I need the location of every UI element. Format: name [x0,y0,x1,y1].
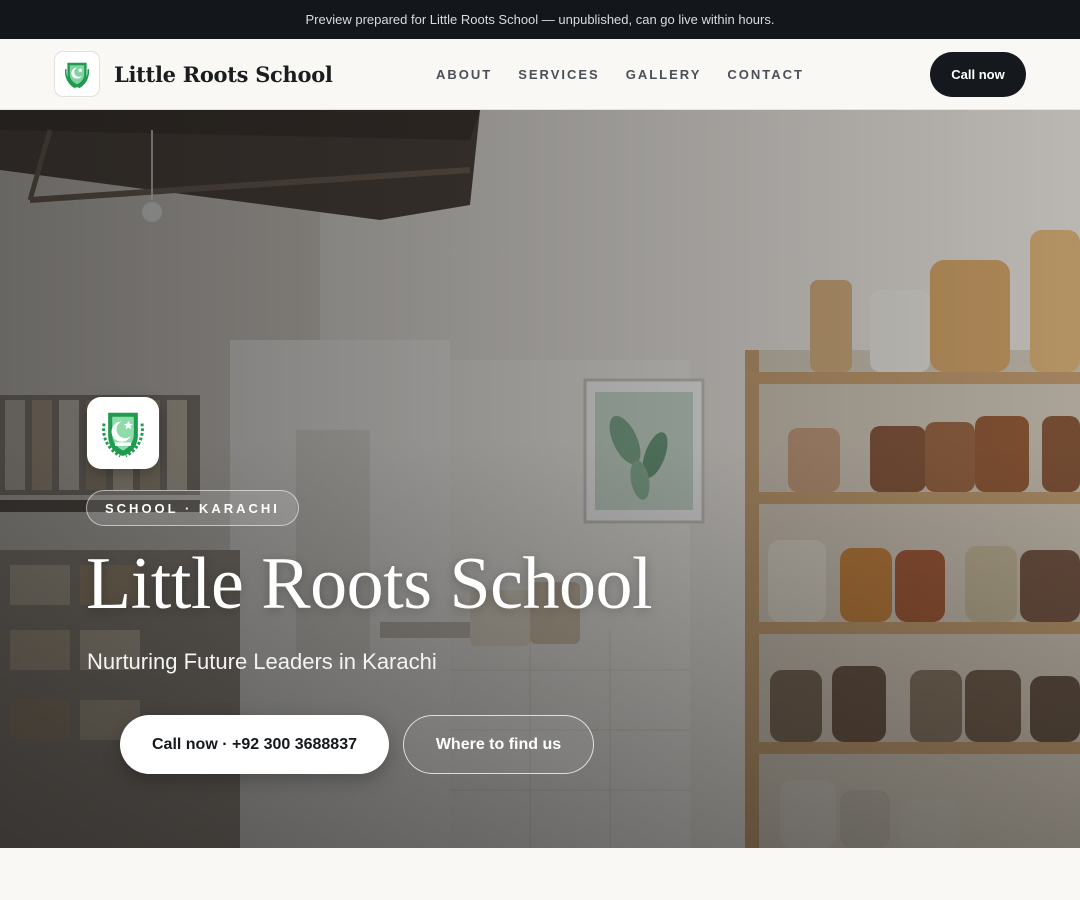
call-now-phone-button[interactable]: Call now · +92 300 3688837 [120,715,389,774]
nav-link-about[interactable]: ABOUT [436,67,492,82]
call-now-button[interactable]: Call now [930,52,1026,97]
hero-subtitle: Nurturing Future Leaders in Karachi [87,649,437,674]
nav-link-services[interactable]: SERVICES [518,67,600,82]
hero-section: SCHOOL · KARACHI Little Roots School Nur… [0,110,1080,848]
school-crest-icon [54,51,100,97]
site-header: Little Roots School ABOUT SERVICES GALLE… [0,39,1080,110]
preview-banner: Preview prepared for Little Roots School… [0,0,1080,39]
preview-banner-text: Preview prepared for Little Roots School… [305,12,775,27]
main-nav: ABOUT SERVICES GALLERY CONTACT [436,39,804,109]
category-location-badge: SCHOOL · KARACHI [86,490,299,526]
school-crest-icon [87,397,159,469]
nav-link-gallery[interactable]: GALLERY [626,67,702,82]
brand-name: Little Roots School [114,61,333,87]
where-to-find-us-button[interactable]: Where to find us [403,715,594,774]
nav-link-contact[interactable]: CONTACT [727,67,804,82]
brand[interactable]: Little Roots School [54,51,333,97]
hero-title: Little Roots School [86,543,653,625]
